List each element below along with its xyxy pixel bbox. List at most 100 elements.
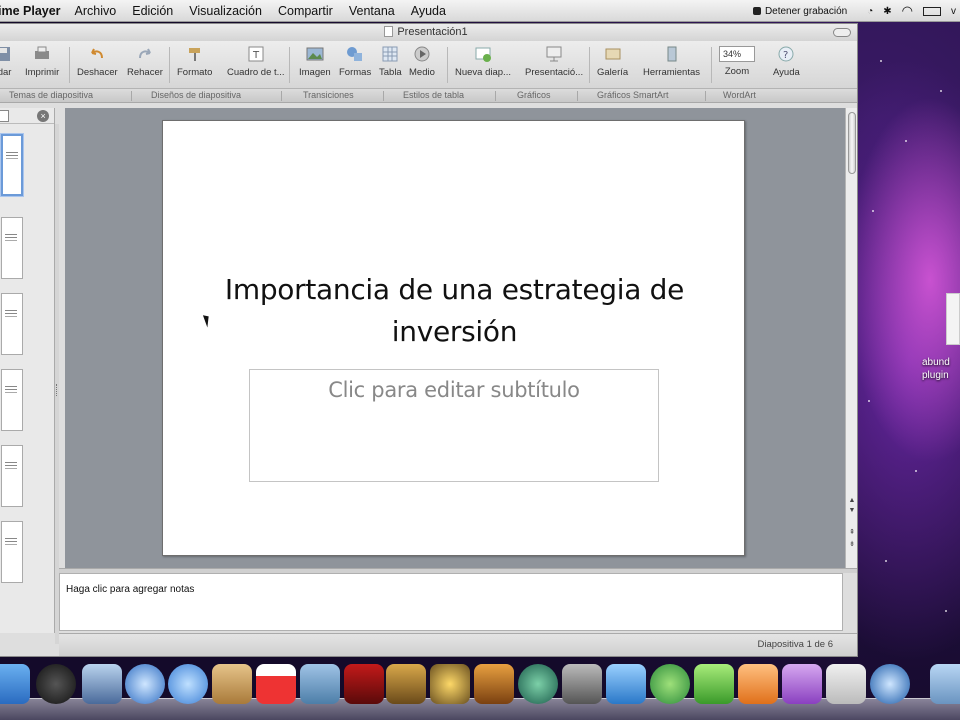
slide-thumbnail-1[interactable] [1,134,23,196]
menu-ayuda[interactable]: Ayuda [411,4,446,18]
iphoto-icon[interactable] [300,664,340,704]
zoom-field[interactable]: 34% [719,46,755,62]
redo-button[interactable]: Rehacer [127,45,163,78]
scroll-down-arrow[interactable]: ▼ [847,506,857,515]
tab-slide-layouts[interactable]: Diseños de diapositiva [151,90,241,100]
thumbnail-text-lines [5,310,17,311]
bluetooth-icon[interactable]: ✱ [883,6,891,17]
media-button[interactable]: Medio [409,45,435,78]
dashboard-icon[interactable] [36,664,76,704]
menu-compartir[interactable]: Compartir [278,4,333,18]
slide-thumbnail-2[interactable] [1,217,23,279]
gallery-button[interactable]: Galería [597,45,628,78]
image-label: Imagen [299,67,331,78]
previous-slide-button[interactable]: ⇞ [847,528,857,537]
dock [0,660,960,720]
battery-icon[interactable] [923,6,941,16]
menu-visualizacion[interactable]: Visualización [189,4,262,18]
media-label: Medio [409,67,435,78]
entourage-icon[interactable] [782,664,822,704]
help-label: Ayuda [773,67,800,78]
slide-thumbnail-6[interactable] [1,521,23,583]
subtitle-placeholder[interactable]: Clic para editar subtítulo [249,369,659,482]
tab-transitions[interactable]: Transiciones [303,90,354,100]
tab-wordart[interactable]: WordArt [723,90,756,100]
new-slide-button[interactable]: Nueva diap... [455,45,511,78]
slide-editing-area[interactable]: Importancia de una estrategia de inversi… [65,108,845,568]
redo-icon [138,48,151,59]
desktop-file-label-line1: abund [922,357,950,368]
scrollbar-thumb[interactable] [848,112,856,174]
menu-ventana[interactable]: Ventana [349,4,395,18]
tab-table-styles[interactable]: Estilos de tabla [403,90,464,100]
ichat-icon[interactable] [168,664,208,704]
desktop-file-icon[interactable] [946,293,960,345]
garageband-icon[interactable] [474,664,514,704]
quicktime-icon[interactable] [870,664,910,704]
menu-edicion[interactable]: Edición [132,4,173,18]
tab-slide-themes[interactable]: Temas de diapositiva [9,90,93,100]
toolbox-icon [667,46,677,62]
slide-title[interactable]: Importancia de una estrategia de inversi… [163,269,746,353]
tab-smartart[interactable]: Gráficos SmartArt [597,90,669,100]
slide-thumbnail-3[interactable] [1,293,23,355]
close-pane-icon[interactable]: × [37,110,49,122]
thumbnail-text-lines [5,234,17,235]
table-button[interactable]: Tabla [379,45,402,78]
safari-icon[interactable] [125,664,165,704]
powerpoint-icon[interactable] [738,664,778,704]
next-slide-button[interactable]: ⇟ [847,540,857,549]
slide-thumbnail-4[interactable] [1,369,23,431]
slideshow-icon [546,46,562,62]
window-titlebar[interactable]: Presentación1 [0,24,857,41]
ribbon-divider [131,91,132,101]
stop-recording-button[interactable]: Detener grabación [752,6,857,17]
menu-archivo[interactable]: Archivo [75,4,117,18]
menu-clock[interactable]: v [951,6,956,17]
finder-icon[interactable] [0,664,30,704]
desktop-file-label[interactable]: abund plugin [922,356,960,382]
print-button[interactable]: Imprimir [25,45,59,78]
notes-pane[interactable]: Haga clic para agregar notas [59,573,843,631]
slide-scrollbar[interactable]: ▲ ▼ ⇞ ⇟ [845,108,857,568]
save-button[interactable]: rdar [0,45,13,78]
folder-icon[interactable] [930,664,960,704]
time-machine-menu-icon[interactable]: ◔ [867,6,873,17]
thumbnails-splitter[interactable] [55,124,59,644]
zoom-control[interactable]: 34% Zoom [719,45,755,77]
preview-icon[interactable] [386,664,426,704]
imovie-icon[interactable] [430,664,470,704]
slideshow-button[interactable]: Presentació... [525,45,583,78]
system-preferences-icon[interactable] [562,664,602,704]
thumbnail-text-lines [5,386,17,387]
excel-icon[interactable] [694,664,734,704]
ical-icon[interactable] [256,664,296,704]
table-label: Tabla [379,67,402,78]
current-slide[interactable]: Importancia de una estrategia de inversi… [162,120,745,556]
toolbox-button[interactable]: Herramientas [643,45,700,78]
messenger-icon[interactable] [650,664,690,704]
word-icon[interactable] [606,664,646,704]
photo-booth-icon[interactable] [344,664,384,704]
shapes-button[interactable]: Formas [339,45,371,78]
toolbar-toggle-button[interactable] [833,28,851,37]
text-box-icon: T [248,46,264,62]
time-machine-icon[interactable] [518,664,558,704]
address-book-icon[interactable] [212,664,252,704]
scroll-up-arrow[interactable]: ▲ [847,496,857,505]
image-button[interactable]: Imagen [299,45,331,78]
svg-text:T: T [252,50,260,61]
menu-app-name[interactable]: ime Player [0,4,61,18]
documents-icon[interactable] [826,664,866,704]
slide-thumbnail-5[interactable] [1,445,23,507]
undo-button[interactable]: Deshacer [77,45,118,78]
text-box-button[interactable]: T Cuadro de t... [227,45,285,78]
outline-view-toggle[interactable] [0,110,9,122]
mail-icon[interactable] [82,664,122,704]
tab-charts[interactable]: Gráficos [517,90,551,100]
wifi-icon[interactable]: ◠ [902,3,913,19]
elements-gallery-tabs: Temas de diapositiva Diseños de diaposit… [0,89,857,103]
format-painter-button[interactable]: Formato [177,45,212,78]
help-button[interactable]: ? Ayuda [773,45,800,78]
toolbar-separator [711,47,712,83]
